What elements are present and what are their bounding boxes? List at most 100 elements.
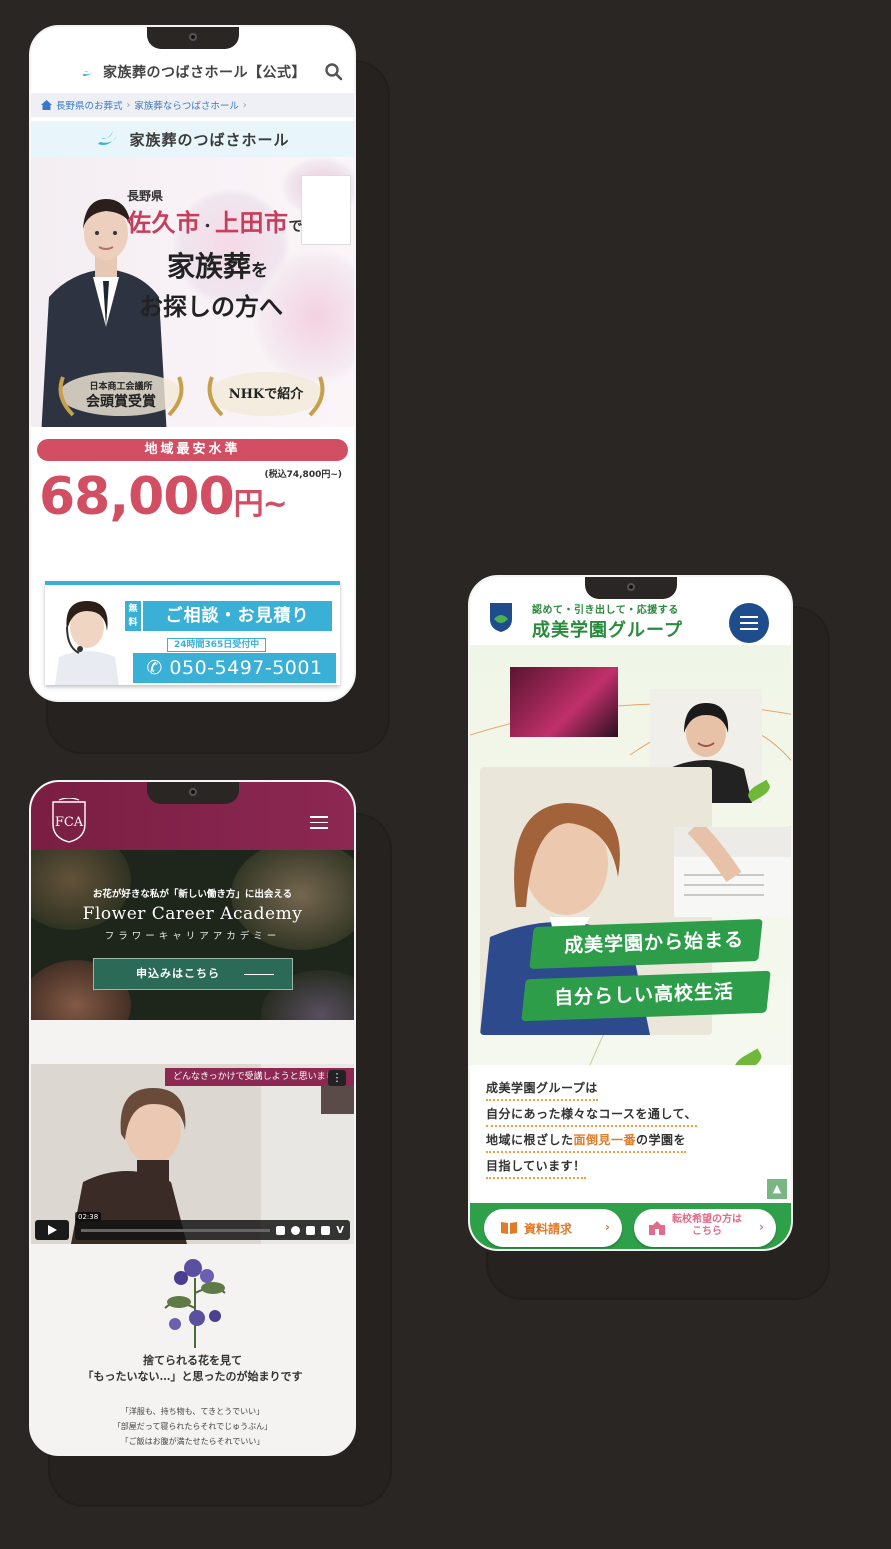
video-control-bar: V — [75, 1220, 350, 1240]
hamburger-menu-icon[interactable] — [310, 816, 328, 830]
settings-icon[interactable] — [291, 1225, 301, 1235]
phone-notch — [146, 27, 239, 49]
intro-line: 地域に根ざした面倒見一番の学園を — [486, 1131, 687, 1153]
intro-text: 目指しています！ — [486, 1159, 586, 1173]
volume-icon[interactable] — [276, 1225, 286, 1235]
hero-tagline: お探しの方へ — [139, 293, 283, 321]
fullscreen-icon[interactable] — [321, 1225, 331, 1235]
price-badge: 地域最安水準 — [37, 439, 348, 461]
intro-section: 成美学園グループは 自分にあった様々なコースを通して、 地域に根ざした面倒見一番… — [470, 1065, 791, 1205]
more-options-icon[interactable]: ⋮ — [328, 1070, 346, 1086]
scroll-to-top-icon[interactable]: ▲ — [767, 1179, 787, 1199]
intro-highlight: 面倒見一番 — [573, 1133, 637, 1147]
award-badge: NHKで紹介 — [196, 367, 336, 421]
price-number: 68,000 — [39, 467, 235, 527]
apply-button[interactable]: 申込みはこちら — [93, 958, 293, 990]
phone-flower-career-academy: FCA お花が好きな私が「新しい働き方」に出会える Flower Career … — [29, 780, 356, 1456]
breadcrumb-separator: › — [242, 99, 247, 111]
svg-text:FCA: FCA — [55, 815, 84, 830]
phone-seibi-gakuen: 認めて・引き出して・応援する 成美学園グループ 成美学園から始まる 自分らしい高… — [468, 575, 793, 1251]
intro-text: 地域に根ざした — [486, 1133, 574, 1147]
story-heading: 捨てられる花を見て — [143, 1354, 242, 1367]
video-title: どんなきっかけで受講しようと思いまし — [165, 1068, 354, 1086]
band-photo — [510, 667, 618, 737]
play-button[interactable] — [35, 1220, 69, 1240]
phone-icon: ✆ — [146, 657, 170, 679]
hero-title: Flower Career Academy — [82, 904, 303, 924]
hero-particle: で — [288, 219, 303, 235]
vimeo-icon[interactable]: V — [336, 1225, 344, 1236]
hero-city: 佐久市 — [127, 209, 201, 237]
transfer-label: 転校希望の方は こちら — [672, 1214, 742, 1238]
hero-prefecture: 長野県 — [127, 189, 164, 203]
wave-logo-icon — [82, 66, 94, 76]
request-documents-button[interactable]: 資料請求 › — [484, 1209, 622, 1247]
request-documents-label: 資料請求 — [524, 1222, 573, 1236]
school-name[interactable]: 成美学園グループ — [532, 616, 683, 642]
story-quote: 「洋服も、持ち物も、てきとうでいい」 — [120, 1407, 265, 1416]
intro-text: 成美学園グループは — [486, 1081, 598, 1095]
hero-kana: フラワーキャリアアカデミー — [104, 931, 281, 942]
breadcrumb-item[interactable]: 家族葬ならつばさホール — [134, 98, 239, 112]
operator-photo — [55, 601, 119, 685]
transfer-label-line: こちら — [692, 1226, 722, 1237]
apply-button-label: 申込みはこちら — [136, 967, 220, 980]
violet-illustration — [164, 1259, 226, 1348]
free-badge: 無料 — [125, 601, 141, 631]
hero-subtitle: お花が好きな私が「新しい働き方」に出会える — [92, 889, 293, 900]
brand-banner: 家族葬のつばさホール — [31, 121, 354, 157]
award-name: NHKで紹介 — [228, 387, 304, 402]
pip-icon[interactable] — [306, 1225, 316, 1235]
price-unit: 円~ — [233, 487, 288, 522]
phone-number-text: 050-5497-5001 — [169, 657, 323, 679]
chevron-right-icon: › — [759, 1220, 764, 1234]
award-badge: 日本商工会議所 会頭賞受賞 — [51, 367, 191, 421]
intro-text: 自分にあった様々なコースを通して、 — [486, 1107, 697, 1121]
video-controls: V — [35, 1220, 350, 1240]
intro-line: 自分にあった様々なコースを通して、 — [486, 1105, 697, 1127]
hamburger-menu-icon[interactable] — [729, 603, 769, 643]
school-tagline: 認めて・引き出して・応援する — [532, 605, 679, 616]
hero-banner: 長野県 佐久市・上田市で 家族葬を お探しの方へ 日本商工会議所 会頭賞受賞 N… — [31, 157, 354, 427]
school-building-icon — [649, 1221, 665, 1235]
hero-banner: 成美学園から始まる 自分らしい高校生活 — [470, 645, 791, 1065]
contact-banner[interactable]: 無料 ご相談・お見積り 24時間365日受付中 ✆ 050-5497-5001 — [45, 581, 340, 685]
story-section: 捨てられる花を見て 「もったいない…」と思ったのが始まりです 「洋服も、持ち物も… — [31, 1244, 354, 1454]
story-quote: 「部屋だって寝られたらそれでじゅうぶん」 — [112, 1422, 273, 1431]
price-value: 68,000円~ — [39, 467, 288, 527]
price-section: 地域最安水準 (税込74,800円~) 68,000円~ — [31, 427, 354, 545]
arrow-right-icon — [244, 974, 274, 975]
story-heading: 「もったいない…」と思ったのが始まりです — [82, 1370, 303, 1383]
intro-text: の学園を — [636, 1133, 687, 1147]
school-emblem-logo[interactable] — [488, 601, 514, 633]
breadcrumb-item[interactable]: 長野県のお葬式 — [56, 98, 123, 112]
phone-tsubasa-hall: 家族葬のつばさホール【公式】 長野県のお葬式 › 家族葬ならつばさホール › 家… — [29, 25, 356, 702]
contact-hours: 24時間365日受付中 — [167, 638, 267, 652]
phone-number[interactable]: ✆ 050-5497-5001 — [133, 653, 336, 683]
wave-logo-icon — [98, 131, 118, 145]
home-icon[interactable] — [41, 100, 52, 110]
contact-title: ご相談・お見積り — [143, 601, 332, 631]
video-progress[interactable] — [81, 1228, 271, 1232]
phone-notch — [146, 782, 239, 804]
transfer-label-line: 転校希望の方は — [672, 1214, 742, 1225]
site-title[interactable]: 家族葬のつばさホール【公式】 — [103, 62, 306, 82]
study-photo — [674, 827, 791, 917]
hero-banner: お花が好きな私が「新しい働き方」に出会える Flower Career Acad… — [31, 850, 354, 1020]
hero-dot: ・ — [200, 219, 215, 235]
story-quote: 「ご飯はお腹が満たせたらそれでいい」 — [120, 1437, 265, 1446]
brand-name: 家族葬のつばさホール — [129, 130, 290, 149]
phone-notch — [584, 577, 677, 599]
intro-line: 目指しています！ — [486, 1157, 586, 1179]
breadcrumb-separator: › — [126, 99, 131, 111]
hero-headline: 家族葬を — [167, 245, 268, 285]
fca-crest-logo[interactable]: FCA — [49, 798, 89, 844]
search-icon[interactable] — [324, 62, 344, 82]
hero-particle: を — [251, 261, 269, 281]
award-name: 会頭賞受賞 — [86, 394, 156, 410]
transfer-button[interactable]: 転校希望の方は こちら › — [634, 1209, 776, 1247]
site-header: 家族葬のつばさホール【公式】 — [31, 49, 354, 95]
book-icon — [501, 1222, 517, 1234]
hero-cities: 佐久市・上田市で — [127, 203, 303, 238]
video-player[interactable]: どんなきっかけで受講しようと思いまし ⋮ 02:38 V — [31, 1064, 354, 1244]
